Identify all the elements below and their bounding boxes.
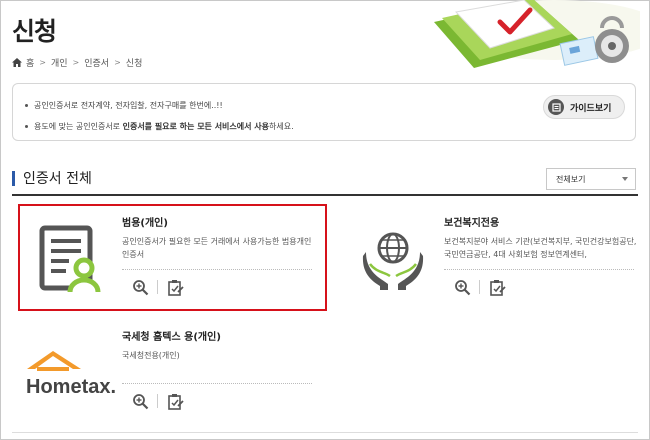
zoom-details-icon[interactable] [131, 392, 149, 410]
certificate-card-hometax[interactable]: Hometax. 국세청 홈텍스 용(개인) 국세청전용(개인) [18, 320, 318, 425]
breadcrumb-home[interactable]: 홈 [26, 56, 34, 69]
dotted-divider [444, 269, 634, 270]
action-separator [479, 280, 480, 294]
filter-select-value: 전체보기 [556, 174, 586, 184]
breadcrumb-apply: 신청 [125, 59, 143, 69]
notice-line: 공인인증서로 전자계약, 전자입찰, 전자구매를 한번에..!! [25, 95, 294, 116]
breadcrumb: 홈 > 개인 > 인증서 > 신청 [12, 56, 142, 69]
chevron-right-icon: > [114, 58, 121, 67]
globe-hands-icon [362, 232, 423, 290]
page-title: 신청 [12, 17, 57, 46]
bottom-divider [12, 432, 638, 433]
section-title-text: 인증서 전체 [23, 171, 92, 187]
notice-text: 용도에 맞는 공인인증서로 [34, 122, 123, 131]
svg-text:Hometax.: Hometax. [26, 376, 116, 398]
certificate-title[interactable]: 보건복지전용 [444, 214, 499, 229]
dotted-divider [122, 383, 312, 384]
apply-clipboard-icon[interactable] [488, 278, 506, 296]
bullet-icon [25, 104, 28, 107]
chevron-down-icon [622, 177, 628, 181]
bullet-icon [25, 125, 28, 128]
zoom-details-icon[interactable] [453, 278, 471, 296]
certificate-description: 보건복지분야 서비스 기관(보건복지부, 국민건강보험공단, 국민연금공단, 4… [444, 237, 637, 259]
certificate-icon-wrap: Hometax. [18, 320, 123, 425]
filter-select[interactable]: 전체보기 [546, 168, 636, 190]
guide-button-label: 가이드보기 [570, 103, 612, 114]
apply-clipboard-icon[interactable] [166, 392, 184, 410]
chevron-right-icon: > [39, 58, 46, 67]
guide-button[interactable]: 가이드보기 [543, 95, 625, 119]
notice-emphasis: 인증서를 필요로 하는 모든 서비스에서 사용 [122, 122, 269, 131]
notice-box: 공인인증서로 전자계약, 전자입찰, 전자구매를 한번에..!! 용도에 맞는 … [12, 83, 636, 141]
action-separator [157, 394, 158, 408]
certificate-description: 국세청전용(개인) [122, 351, 180, 360]
guide-icon [548, 99, 564, 115]
selection-highlight [18, 204, 327, 311]
notice-line: 용도에 맞는 공인인증서로 인증서를 필요로 하는 모든 서비스에서 사용하세요… [25, 116, 294, 137]
section-title-bar [12, 170, 15, 186]
home-icon[interactable] [12, 58, 22, 67]
hometax-logo: Hometax. [26, 350, 116, 398]
notice-text: 하세요. [269, 122, 294, 131]
certificate-title[interactable]: 국세청 홈텍스 용(개인) [122, 328, 221, 343]
certificate-card-welfare[interactable]: 보건복지전용 보건복지분야 서비스 기관(보건복지부, 국민건강보험공단, 국민… [340, 206, 640, 311]
section-title: 인증서 전체 [12, 168, 92, 188]
certificate-actions [453, 278, 506, 296]
header-illustration [434, 0, 640, 68]
certificate-actions [131, 392, 184, 410]
breadcrumb-certificate[interactable]: 인증서 [84, 56, 109, 69]
certificate-icon-wrap [340, 206, 445, 311]
notice-text: 공인인증서로 전자계약, 전자입찰, 전자구매를 한번에..!! [34, 101, 223, 110]
breadcrumb-personal[interactable]: 개인 [51, 56, 68, 69]
chevron-right-icon: > [72, 58, 80, 67]
section-divider [12, 194, 638, 196]
